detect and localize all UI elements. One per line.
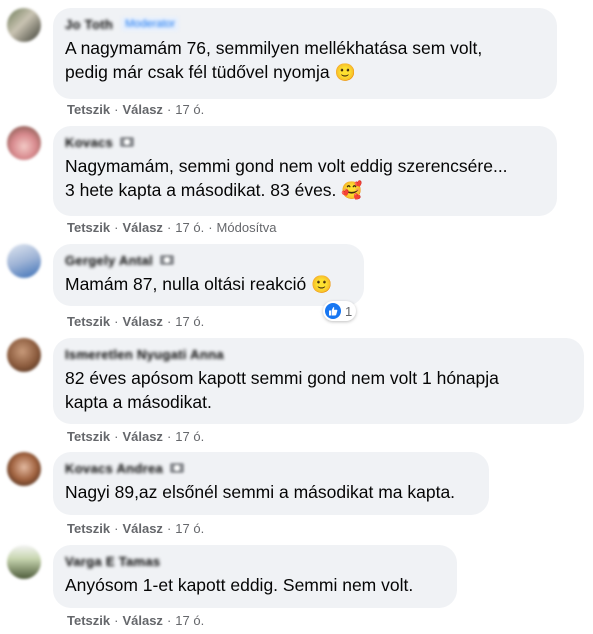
edited-label[interactable]: Módosítva — [217, 220, 277, 235]
comment-text-line: 3 hete kapta a másodikat. 83 éves. — [65, 180, 337, 200]
comment-bubble: Varga E Tamas Anyósom 1-et kapott eddig.… — [53, 545, 457, 608]
avatar[interactable] — [7, 244, 41, 278]
comment-actions: Tetszik · Válasz · 17 ó. · Módosítva — [67, 220, 277, 235]
comment-text: Nagyi 89,az elsőnél semmi a másodikat ma… — [65, 480, 477, 504]
like-button[interactable]: Tetszik — [67, 102, 110, 117]
comment-timestamp[interactable]: 17 ó. — [175, 613, 204, 628]
comment-text: Mamám 87, nulla oltási reakció 🙂 — [65, 272, 352, 297]
reply-button[interactable]: Válasz — [122, 102, 162, 117]
comment-text-line: Mamám 87, nulla oltási reakció — [65, 274, 307, 294]
like-reaction-icon — [325, 303, 341, 319]
comment-bubble: Jo Toth Moderator A nagymamám 76, semmil… — [53, 8, 557, 99]
reaction-count-value: 1 — [345, 303, 353, 319]
reply-button[interactable]: Válasz — [122, 429, 162, 444]
reply-button[interactable]: Válasz — [122, 314, 162, 329]
comment-text-line: 82 éves apósom kapott semmi gond nem vol… — [65, 368, 499, 388]
comment-bubble: Ismeretlen Nyugati Anna 82 éves apósom k… — [53, 338, 584, 424]
top-fan-badge-icon — [120, 137, 135, 147]
reaction-count[interactable]: 1 — [323, 301, 357, 321]
comment-timestamp[interactable]: 17 ó. — [175, 314, 204, 329]
like-button[interactable]: Tetszik — [67, 429, 110, 444]
comment-author[interactable]: Kovacs — [65, 135, 113, 150]
avatar[interactable] — [7, 452, 41, 486]
comment-timestamp[interactable]: 17 ó. — [175, 521, 204, 536]
top-fan-badge-icon — [170, 463, 185, 473]
comment-text-line: pedig már csak fél tüdővel nyomja — [65, 62, 330, 82]
like-button[interactable]: Tetszik — [67, 220, 110, 235]
comment-actions: Tetszik · Válasz · 17 ó. — [67, 102, 205, 117]
comment-actions: Tetszik · Válasz · 17 ó. — [67, 613, 205, 628]
reply-button[interactable]: Válasz — [122, 220, 162, 235]
smile-emoji-icon: 🙂 — [311, 275, 333, 295]
comment-text: A nagymamám 76, semmilyen mellékhatása s… — [65, 36, 545, 85]
reply-button[interactable]: Válasz — [122, 521, 162, 536]
comment-text-line: A nagymamám 76, semmilyen mellékhatása s… — [65, 38, 483, 58]
comment-text: 82 éves apósom kapott semmi gond nem vol… — [65, 366, 572, 414]
smile-emoji-icon: 🙂 — [334, 63, 356, 83]
comment-text: Anyósom 1-et kapott eddig. Semmi nem vol… — [65, 573, 445, 597]
avatar[interactable] — [7, 126, 41, 160]
comment-text: Nagymamám, semmi gond nem volt eddig sze… — [65, 154, 545, 203]
comment-actions: Tetszik · Válasz · 17 ó. — [67, 521, 205, 536]
avatar[interactable] — [7, 8, 41, 42]
reply-button[interactable]: Válasz — [122, 613, 162, 628]
comment-text-line: Nagymamám, semmi gond nem volt eddig sze… — [65, 156, 508, 176]
comment-timestamp[interactable]: 17 ó. — [175, 220, 204, 235]
comment-bubble: Gergely Antal Mamám 87, nulla oltási rea… — [53, 244, 364, 306]
comment-actions: Tetszik · Válasz · 17 ó. — [67, 314, 205, 329]
avatar[interactable] — [7, 545, 41, 579]
top-fan-badge-icon — [159, 255, 174, 265]
like-button[interactable]: Tetszik — [67, 521, 110, 536]
like-button[interactable]: Tetszik — [67, 314, 110, 329]
comment-author[interactable]: Varga E Tamas — [65, 554, 160, 569]
comment-timestamp[interactable]: 17 ó. — [175, 429, 204, 444]
author-badge: Moderator — [121, 17, 180, 31]
comment-author[interactable]: Ismeretlen Nyugati Anna — [65, 347, 224, 362]
comment-actions: Tetszik · Válasz · 17 ó. — [67, 429, 205, 444]
avatar[interactable] — [7, 338, 41, 372]
comment-timestamp[interactable]: 17 ó. — [175, 102, 204, 117]
comment-author[interactable]: Kovacs Andrea — [65, 461, 163, 476]
comment-text-line: kapta a másodikat. — [65, 392, 212, 412]
comment-text-line: Nagyi 89,az elsőnél semmi a másodikat ma… — [65, 482, 456, 502]
comment-bubble: Kovacs Andrea Nagyi 89,az elsőnél semmi … — [53, 452, 489, 515]
comment-bubble: Kovacs Nagymamám, semmi gond nem volt ed… — [53, 126, 557, 216]
comment-author[interactable]: Gergely Antal — [65, 253, 153, 268]
comment-author[interactable]: Jo Toth — [65, 17, 113, 32]
like-button[interactable]: Tetszik — [67, 613, 110, 628]
comment-text-line: Anyósom 1-et kapott eddig. Semmi nem vol… — [65, 575, 414, 595]
smiling-hearts-emoji-icon: 🥰 — [341, 181, 363, 201]
